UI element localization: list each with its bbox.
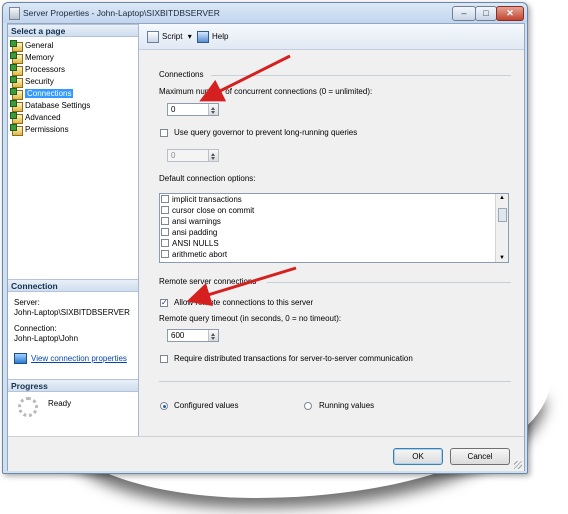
arrow-to-max-connections — [199, 54, 291, 102]
annotation-arrows — [186, 54, 297, 306]
arrow-to-allow-remote — [186, 266, 297, 306]
